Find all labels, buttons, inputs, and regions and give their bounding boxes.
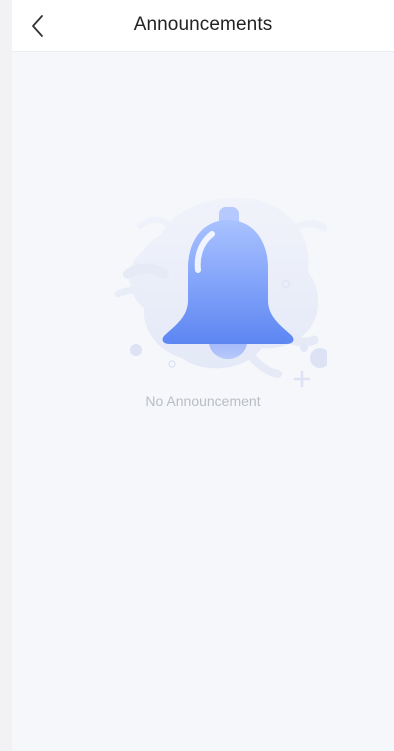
empty-message: No Announcement: [145, 393, 261, 409]
bell-icon: [114, 197, 327, 388]
app-screen: Announcements No Announcement: [12, 0, 394, 751]
page-title: Announcements: [133, 14, 273, 35]
navigation-bar: Announcements: [12, 0, 394, 52]
empty-state: No Announcement: [12, 176, 394, 416]
